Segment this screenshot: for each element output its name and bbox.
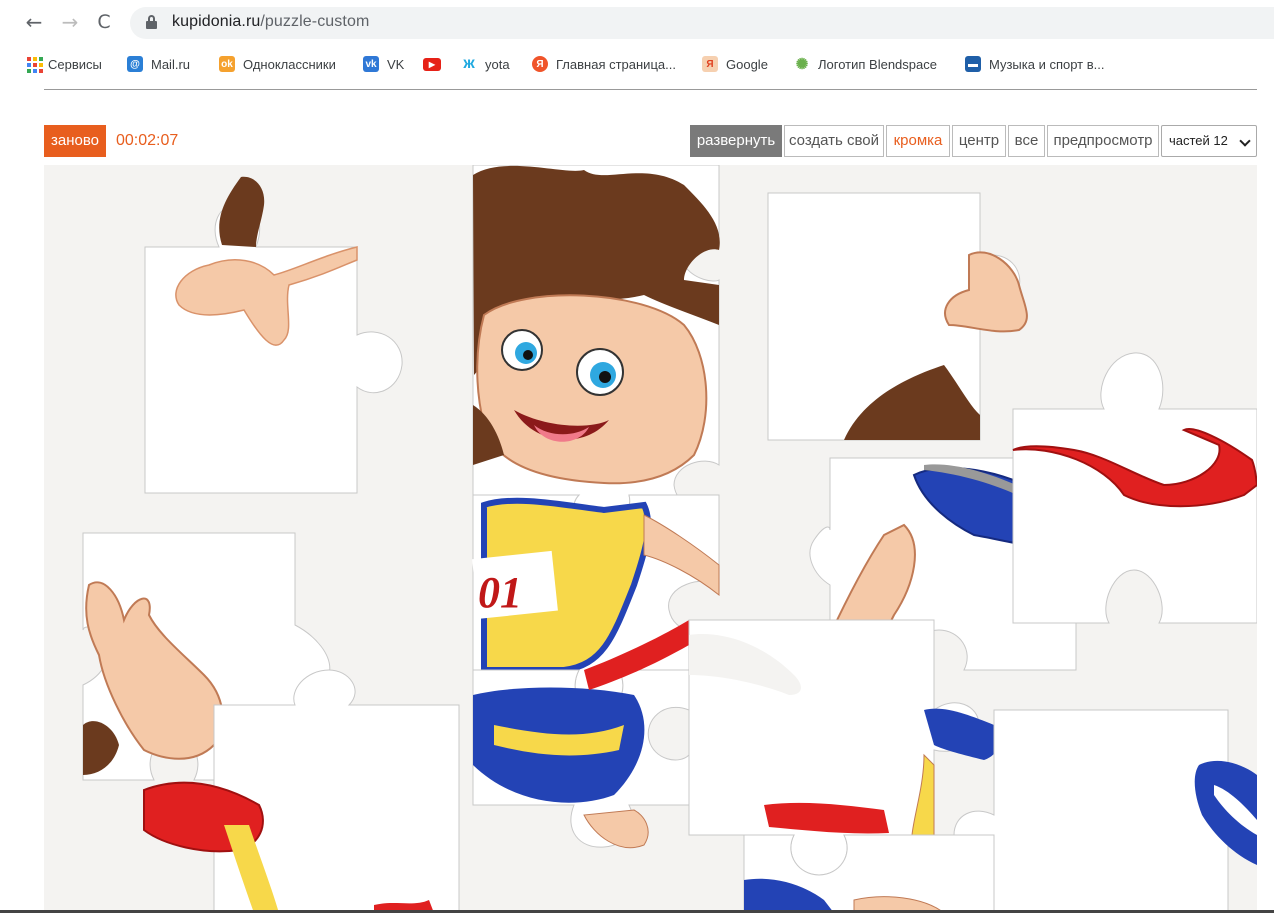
music-sport-icon: ▬ <box>965 56 981 72</box>
expand-button[interactable]: развернуть <box>690 125 782 157</box>
create-own-button[interactable]: создать свой <box>784 125 884 157</box>
bookmark-label: Главная страница... <box>556 56 676 72</box>
bookmark-blendspace[interactable]: ✺ Логотип Blendspace <box>794 54 937 74</box>
chevron-down-icon <box>1239 135 1251 147</box>
url-path: /puzzle-custom <box>260 13 370 30</box>
url-host: kupidonia.ru <box>172 13 261 30</box>
bookmark-yandex[interactable]: Я Главная страница... <box>532 54 676 74</box>
all-button[interactable]: все <box>1008 125 1045 157</box>
puzzle-piece[interactable] <box>743 834 995 913</box>
center-button[interactable]: центр <box>952 125 1006 157</box>
preview-button[interactable]: предпросмотр <box>1047 125 1159 157</box>
url-text[interactable]: kupidonia.ru/puzzle-custom <box>172 13 369 31</box>
bookmark-services[interactable]: Сервисы <box>26 54 102 74</box>
svg-text:01: 01 <box>478 568 522 617</box>
forward-icon[interactable]: → <box>58 10 82 34</box>
bookmark-label: Музыка и спорт в... <box>989 56 1105 72</box>
pieces-select-value: частей 12 <box>1169 133 1228 148</box>
browser-chrome: ← → C kupidonia.ru/puzzle-custom Сервисы… <box>0 0 1274 78</box>
apps-grid-icon <box>26 56 43 73</box>
bookmark-vk[interactable]: vk VK <box>363 54 404 74</box>
puzzle-piece[interactable] <box>472 165 720 527</box>
blendspace-icon: ✺ <box>795 56 809 73</box>
bookmark-odnoklassniki[interactable]: ok Одноклассники <box>219 54 336 74</box>
timer: 00:02:07 <box>116 132 179 149</box>
address-bar[interactable]: kupidonia.ru/puzzle-custom <box>130 7 1274 39</box>
yota-icon: ж <box>463 55 475 72</box>
google-icon: Я <box>702 56 718 72</box>
bookmark-label: Google <box>726 56 768 72</box>
youtube-icon: ▶ <box>423 57 441 71</box>
bookmark-yota[interactable]: ж yota <box>461 54 510 74</box>
edge-button[interactable]: кромка <box>886 125 950 157</box>
back-icon[interactable]: ← <box>22 10 46 34</box>
bookmark-music-sport[interactable]: ▬ Музыка и спорт в... <box>965 54 1105 74</box>
bookmark-label: Сервисы <box>48 56 102 72</box>
bookmarks-bar: Сервисы @ Mail.ru ok Одноклассники vk VK… <box>0 50 1274 78</box>
bookmark-label: VK <box>387 56 405 72</box>
puzzle-piece[interactable] <box>1012 352 1257 624</box>
bookmark-mailru[interactable]: @ Mail.ru <box>127 54 190 74</box>
bookmark-label: Одноклассники <box>243 56 336 72</box>
puzzle-pieces[interactable]: 01 <box>44 165 1257 913</box>
vk-icon: vk <box>363 56 379 72</box>
mailru-icon: @ <box>127 56 143 72</box>
bookmark-label: Логотип Blendspace <box>818 56 937 72</box>
puzzle-piece[interactable] <box>953 709 1257 913</box>
bookmark-google[interactable]: Я Google <box>702 54 768 74</box>
bookmark-youtube[interactable]: ▶ <box>423 54 449 74</box>
puzzle-piece[interactable] <box>767 192 1028 441</box>
puzzle-board[interactable]: 01 <box>44 165 1257 913</box>
lock-icon[interactable] <box>146 15 157 29</box>
puzzle-piece[interactable] <box>144 176 403 494</box>
restart-button[interactable]: заново <box>44 125 106 157</box>
bookmark-label: yota <box>485 56 510 72</box>
bookmark-label: Mail.ru <box>151 56 191 72</box>
reload-icon[interactable]: C <box>92 10 116 34</box>
divider <box>44 89 1257 90</box>
pieces-select[interactable]: частей 12 <box>1161 125 1257 157</box>
yandex-icon: Я <box>532 56 548 72</box>
ok-icon: ok <box>219 56 235 72</box>
